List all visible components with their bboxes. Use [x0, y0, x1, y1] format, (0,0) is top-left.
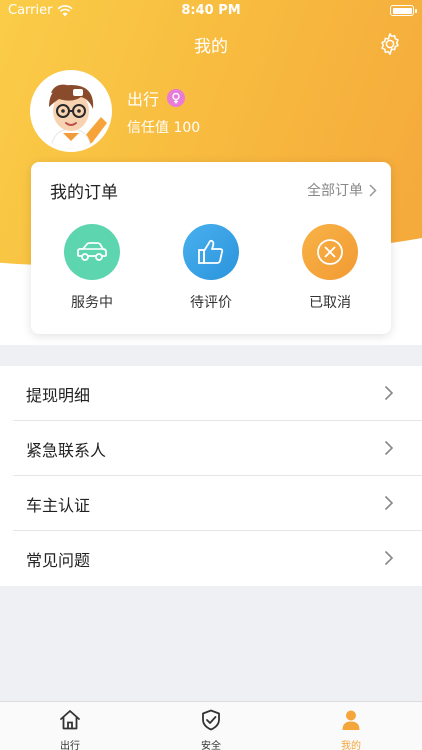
chevron-right-icon: [384, 385, 394, 401]
cancel-icon: [302, 224, 358, 280]
order-cancelled[interactable]: 已取消: [285, 224, 375, 312]
menu-item-label: 车主认证: [26, 496, 91, 515]
my-orders-card: 我的订单 全部订单 服务中 待评价 已取消: [31, 162, 391, 334]
menu-item-emergency-contact[interactable]: 紧急联系人: [13, 421, 422, 476]
menu-item-faq[interactable]: 常见问题: [13, 531, 422, 586]
person-icon: [342, 710, 360, 730]
tab-mine[interactable]: 我的: [316, 708, 386, 750]
shield-icon: [202, 709, 220, 731]
order-to-review[interactable]: 待评价: [166, 224, 256, 312]
chevron-right-icon: [384, 440, 394, 456]
all-orders-label: 全部订单: [307, 183, 363, 199]
menu-item-label: 提现明细: [26, 386, 91, 405]
trust-score: 信任值 100: [127, 120, 201, 136]
cartoon-avatar-icon: [33, 73, 109, 149]
gear-icon[interactable]: [378, 32, 402, 56]
all-orders-link[interactable]: 全部订单: [307, 180, 377, 200]
profile-name-row: 出行: [127, 86, 186, 110]
menu-item-driver-verification[interactable]: 车主认证: [13, 476, 422, 531]
order-label: 待评价: [190, 295, 232, 311]
page-title: 我的: [194, 37, 228, 57]
tab-label: 我的: [341, 741, 361, 750]
menu-item-label: 常见问题: [26, 551, 91, 570]
order-label: 服务中: [71, 295, 113, 311]
menu-item-label: 紧急联系人: [26, 441, 107, 460]
female-icon: [167, 89, 186, 107]
menu-item-withdraw-details[interactable]: 提现明细: [13, 366, 422, 421]
status-bar: Carrier 8:40 PM: [0, 0, 422, 22]
tab-label: 出行: [60, 741, 80, 750]
chevron-right-icon: [369, 183, 377, 197]
clock: 8:40 PM: [181, 3, 241, 18]
order-label: 已取消: [309, 295, 351, 311]
order-in-service[interactable]: 服务中: [47, 224, 137, 312]
orders-title: 我的订单: [50, 183, 118, 203]
home-icon: [60, 710, 80, 730]
tab-bar: 出行 安全 我的: [0, 701, 422, 750]
tab-safety[interactable]: 安全: [176, 708, 246, 750]
avatar[interactable]: [30, 70, 112, 152]
car-icon: [64, 224, 120, 280]
thumbs-up-icon: [183, 224, 239, 280]
settings-menu: 提现明细 紧急联系人 车主认证 常见问题: [0, 366, 422, 586]
user-name: 出行: [127, 90, 160, 109]
chevron-right-icon: [384, 495, 394, 511]
chevron-right-icon: [384, 550, 394, 566]
tab-label: 安全: [201, 741, 221, 750]
battery-icon: [390, 5, 417, 16]
tab-travel[interactable]: 出行: [35, 708, 105, 750]
